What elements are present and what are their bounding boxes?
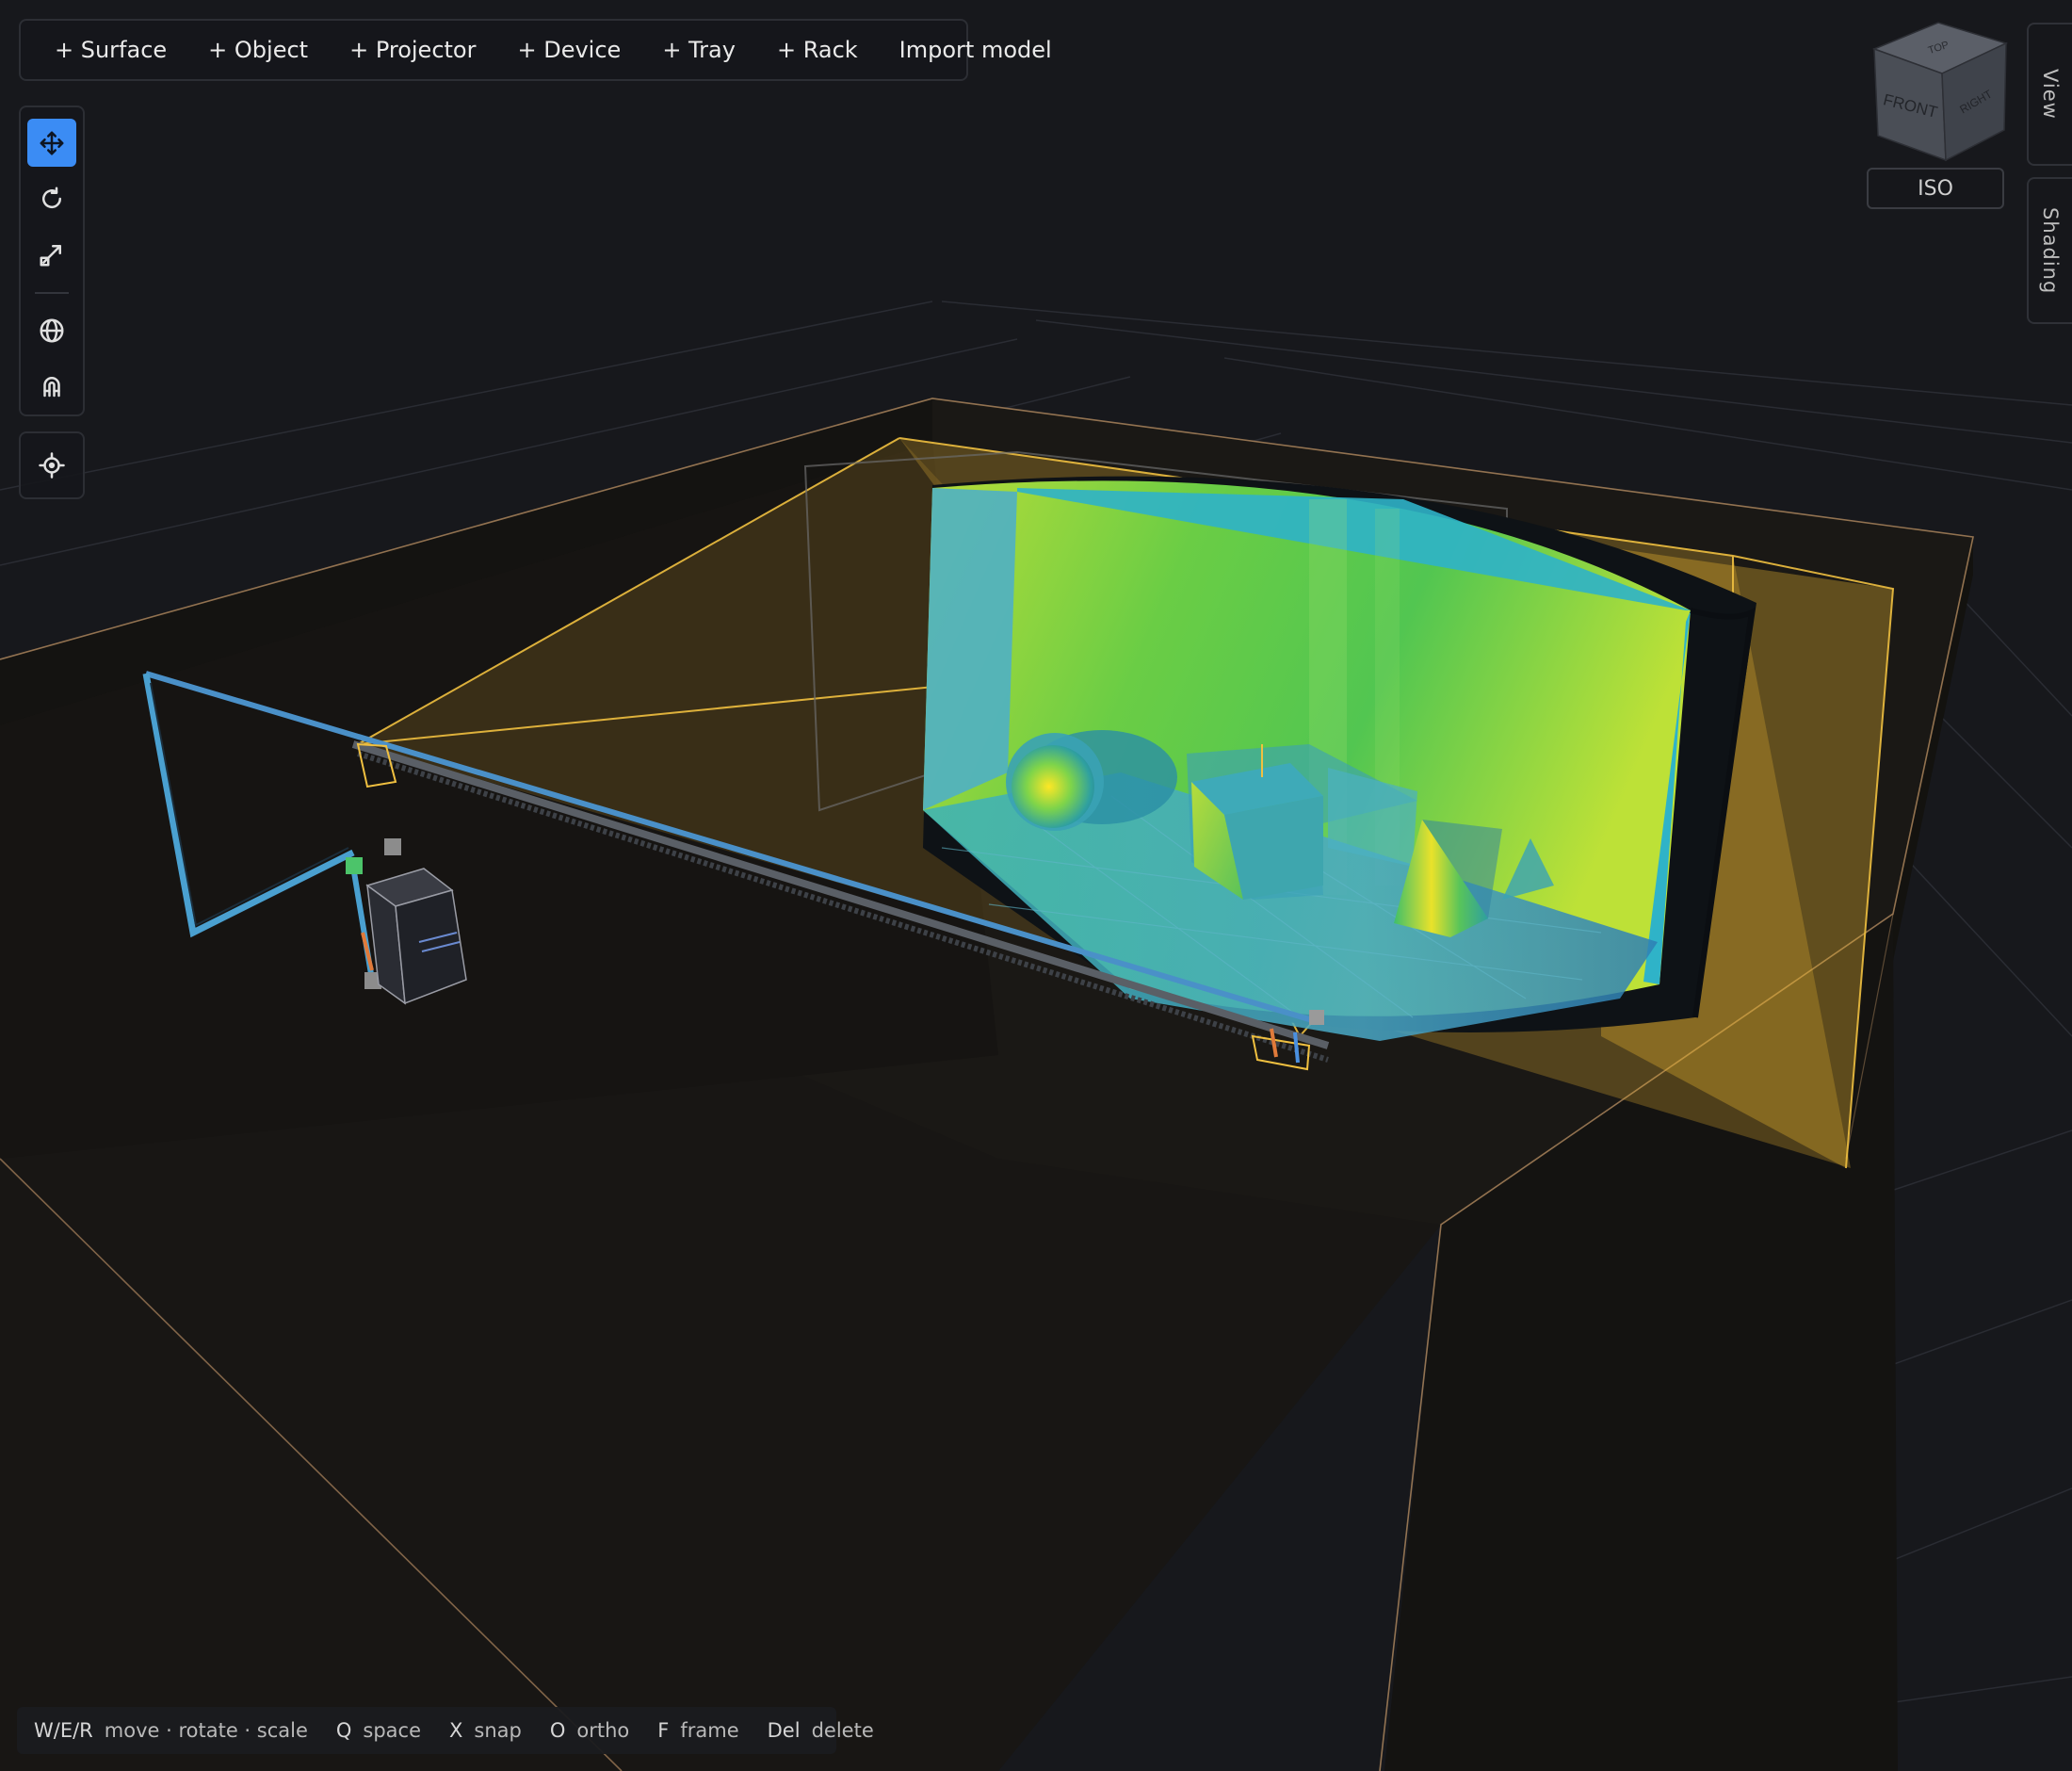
hint-transform: W/E/R move · rotate · scale [34,1719,308,1742]
keyboard-hints: W/E/R move · rotate · scale Q space X sn… [17,1707,874,1754]
add-surface-button[interactable]: + Surface [34,28,187,72]
add-object-button[interactable]: + Object [187,28,329,72]
snap-toggle-button[interactable] [27,363,76,411]
scale-tool-button[interactable] [27,230,76,278]
hint-action: move · rotate · scale [104,1719,308,1742]
rotate-tool-button[interactable] [27,174,76,222]
tab-shading-label: Shading [2039,206,2062,295]
hint-key: Del [767,1719,801,1742]
hint-key: O [549,1719,566,1742]
view-mode-iso-button[interactable]: ISO [1867,168,2004,209]
magnet-icon [43,377,60,398]
hint-action: frame [680,1719,739,1742]
hint-key: W/E/R [34,1719,93,1742]
rotate-icon [42,187,62,208]
hint-key: F [657,1719,670,1742]
viewport-3d[interactable] [0,0,2072,1771]
hint-key: Q [335,1719,352,1742]
hint-space: Q space [336,1719,421,1742]
add-rack-button[interactable]: + Rack [756,28,879,72]
hint-snap: X snap [449,1719,522,1742]
hint-key: X [449,1719,463,1742]
view-cube[interactable]: TOP FRONT RIGHT [1865,19,2025,170]
tab-shading[interactable]: Shading [2027,177,2072,324]
focus-panel [19,431,85,499]
add-device-button[interactable]: + Device [496,28,641,72]
move-tool-button[interactable] [27,119,76,168]
hint-ortho: O ortho [550,1719,629,1742]
add-tray-button[interactable]: + Tray [641,28,756,72]
add-toolbar: + Surface + Object + Projector + Device … [19,19,1052,81]
world-space-button[interactable] [27,307,76,355]
tool-divider [35,291,69,294]
scale-icon [40,245,61,267]
hint-action: space [363,1719,422,1742]
tab-view-label: View [2039,69,2062,120]
globe-icon [40,318,64,343]
move-icon [40,131,64,155]
hint-delete: Del delete [768,1719,874,1742]
hint-action: ortho [576,1719,630,1742]
hint-frame: F frame [657,1719,738,1742]
hint-action: snap [474,1719,522,1742]
tab-view[interactable]: View [2027,23,2072,166]
import-model-button[interactable]: Import model [879,28,1073,72]
transform-tools-panel [19,106,85,416]
focus-target-icon [39,452,65,479]
frame-selection-button[interactable] [27,441,76,490]
add-projector-button[interactable]: + Projector [329,28,496,72]
hint-action: delete [811,1719,874,1742]
